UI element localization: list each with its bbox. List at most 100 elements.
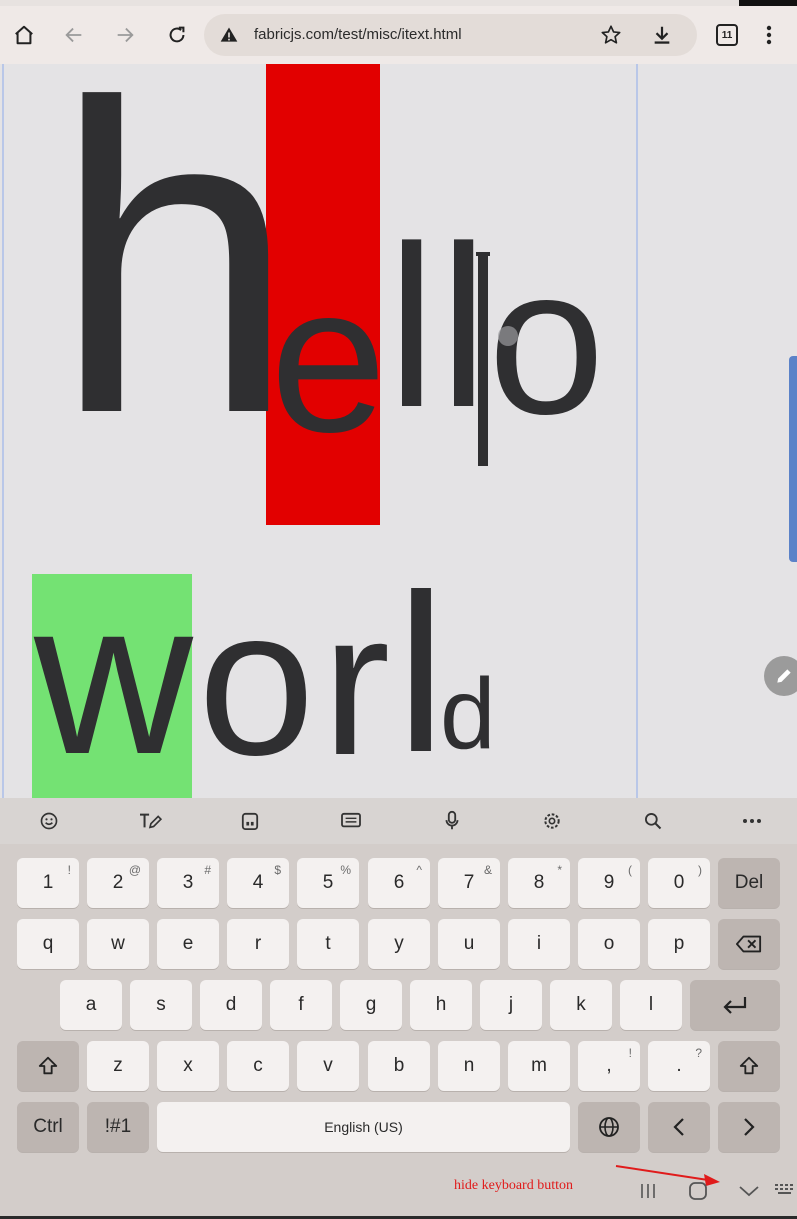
key-7-label: 7	[463, 872, 475, 893]
shift-key-right[interactable]	[718, 1041, 780, 1091]
key-f[interactable]: f	[270, 980, 332, 1030]
letter-r[interactable]: r	[322, 581, 390, 786]
home-icon[interactable]	[7, 18, 41, 52]
key-z[interactable]: z	[87, 1041, 149, 1091]
key-comma[interactable]: !,	[578, 1041, 640, 1091]
overflow-menu-icon[interactable]	[752, 18, 786, 52]
forward-arrow-icon[interactable]	[108, 18, 142, 52]
search-icon[interactable]	[640, 808, 666, 834]
backspace-key[interactable]	[718, 919, 780, 969]
key-a[interactable]: a	[60, 980, 122, 1030]
url-text[interactable]: fabricjs.com/test/misc/itext.html	[254, 26, 462, 43]
key-6-sup: ^	[416, 863, 422, 877]
key-n[interactable]: n	[438, 1041, 500, 1091]
letter-e[interactable]: e	[270, 254, 387, 464]
settings-icon[interactable]	[539, 808, 565, 834]
ctrl-key[interactable]: Ctrl	[17, 1102, 79, 1152]
key-l[interactable]: l	[620, 980, 682, 1030]
key-5-label: 5	[322, 872, 334, 893]
key-g[interactable]: g	[340, 980, 402, 1030]
key-3[interactable]: #3	[157, 858, 219, 908]
key-0[interactable]: ) 0	[648, 858, 710, 908]
key-k[interactable]: k	[550, 980, 612, 1030]
key-t[interactable]: t	[297, 919, 359, 969]
key-d[interactable]: d	[200, 980, 262, 1030]
key-p[interactable]: p	[648, 919, 710, 969]
key-comma-label: ,	[606, 1055, 612, 1076]
pencil-icon	[777, 669, 791, 683]
selection-handle[interactable]	[498, 326, 518, 346]
letter-d[interactable]: d	[440, 664, 496, 764]
more-icon[interactable]	[739, 808, 765, 834]
key-1[interactable]: ! 1	[17, 858, 79, 908]
bookmark-star-icon[interactable]	[600, 24, 622, 51]
key-9[interactable]: (9	[578, 858, 640, 908]
key-5[interactable]: % 5	[297, 858, 359, 908]
language-key[interactable]	[578, 1102, 640, 1152]
address-bar[interactable]: fabricjs.com/test/misc/itext.html	[204, 14, 697, 56]
browser-toolbar: fabricjs.com/test/misc/itext.html 11	[0, 6, 797, 64]
key-m[interactable]: m	[508, 1041, 570, 1091]
key-4[interactable]: $4	[227, 858, 289, 908]
letter-o-2[interactable]: o	[198, 577, 315, 787]
symbols-key[interactable]: !#1	[87, 1102, 149, 1152]
key-y[interactable]: y	[368, 919, 430, 969]
key-c[interactable]: c	[227, 1041, 289, 1091]
key-2-label: 2	[112, 872, 124, 893]
delete-key[interactable]: Del	[718, 858, 780, 908]
keyboard-mode-icon[interactable]	[338, 808, 364, 834]
system-navigation-bar: hide keyboard button	[0, 1164, 797, 1219]
key-1-sup: !	[67, 863, 71, 877]
reload-icon[interactable]	[160, 18, 194, 52]
key-s[interactable]: s	[130, 980, 192, 1030]
clipboard-icon[interactable]	[237, 808, 263, 834]
key-x[interactable]: x	[157, 1041, 219, 1091]
letter-l-1[interactable]: l	[387, 212, 436, 442]
microphone-icon[interactable]	[439, 808, 465, 834]
tab-count: 11	[716, 24, 738, 46]
space-bar[interactable]: English (US)	[157, 1102, 570, 1152]
key-q[interactable]: q	[17, 919, 79, 969]
key-u[interactable]: u	[438, 919, 500, 969]
cursor-left-key[interactable]	[648, 1102, 710, 1152]
recent-apps-icon[interactable]	[636, 1180, 660, 1202]
letter-h[interactable]: h	[52, 64, 297, 480]
hide-keyboard-button[interactable]	[736, 1180, 762, 1202]
key-j[interactable]: j	[480, 980, 542, 1030]
home-button-icon[interactable]	[686, 1180, 710, 1202]
globe-icon	[599, 1117, 619, 1137]
key-9-label: 9	[603, 872, 615, 893]
shift-key-left[interactable]	[17, 1041, 79, 1091]
key-h[interactable]: h	[410, 980, 472, 1030]
enter-key[interactable]	[690, 980, 780, 1030]
key-o[interactable]: o	[578, 919, 640, 969]
key-i[interactable]: i	[508, 919, 570, 969]
key-e[interactable]: e	[157, 919, 219, 969]
chevron-left-icon	[673, 1118, 684, 1136]
key-v[interactable]: v	[297, 1041, 359, 1091]
warning-icon[interactable]	[219, 25, 239, 50]
back-arrow-icon[interactable]	[57, 18, 91, 52]
download-icon[interactable]	[651, 24, 673, 51]
key-r[interactable]: r	[227, 919, 289, 969]
emoji-icon[interactable]	[36, 808, 62, 834]
edit-pencil-button[interactable]	[764, 656, 797, 696]
key-2[interactable]: @2	[87, 858, 149, 908]
tab-switcher-icon[interactable]: 11	[710, 18, 744, 52]
key-6[interactable]: ^ 6	[368, 858, 430, 908]
on-screen-keyboard: ! 1 @2 #3 $4 % 5 ^ 6 & 7 * 8 (9 ) 0 Del q w e …	[0, 844, 797, 1164]
keyboard-toolbar	[0, 798, 797, 844]
key-w[interactable]: w	[87, 919, 149, 969]
key-7[interactable]: & 7	[438, 858, 500, 908]
letter-w[interactable]: w	[34, 567, 193, 787]
key-8[interactable]: * 8	[508, 858, 570, 908]
handwriting-icon[interactable]	[137, 808, 163, 834]
letter-l-3[interactable]: l	[396, 561, 446, 786]
key-period[interactable]: ?.	[648, 1041, 710, 1091]
cursor-right-key[interactable]	[718, 1102, 780, 1152]
key-b[interactable]: b	[368, 1041, 430, 1091]
canvas-left-border	[2, 64, 4, 798]
keyboard-switch-icon[interactable]	[774, 1182, 797, 1200]
key-comma-sup: !	[628, 1046, 632, 1060]
scroll-indicator[interactable]	[789, 356, 797, 562]
